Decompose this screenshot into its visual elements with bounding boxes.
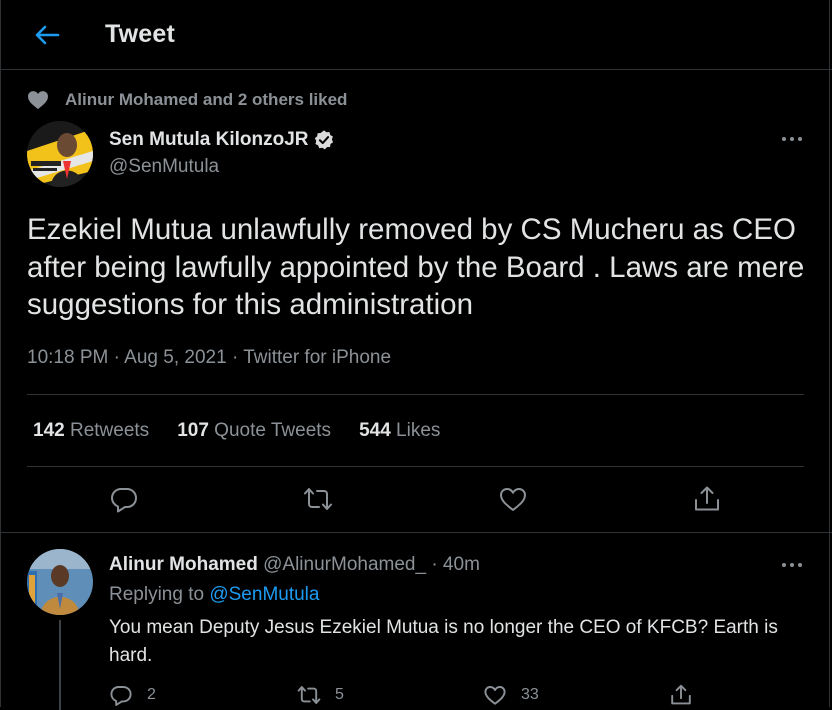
arrow-left-icon [35, 25, 60, 45]
share-icon [695, 486, 719, 511]
retweets-label: Retweets [69, 420, 150, 441]
replying-prefix: Replying to [109, 584, 205, 605]
page-header: Tweet [1, 0, 832, 70]
social-context[interactable]: Alinur Mohamed and 2 others liked [27, 89, 347, 111]
like-button[interactable] [498, 484, 528, 514]
divider [27, 394, 804, 395]
author-avatar[interactable] [27, 121, 93, 187]
divider [27, 466, 804, 467]
quote-tweets-stat[interactable]: 107 Quote Tweets [177, 420, 331, 442]
share-icon [671, 684, 691, 705]
reply-separator [1, 532, 832, 533]
tweet-date[interactable]: Aug 5, 2021 [124, 347, 226, 368]
share-button[interactable] [692, 484, 722, 514]
reply-author-handle[interactable]: @AlinurMohamed_ [263, 554, 426, 575]
tweet-time[interactable]: 10:18 PM [27, 347, 108, 368]
retweets-stat[interactable]: 142 Retweets [33, 420, 149, 442]
replying-to: Replying to @SenMutula [109, 584, 319, 606]
reply-more-button[interactable] [779, 558, 805, 572]
reply-button[interactable] [109, 484, 139, 514]
reply-retweets-count: 5 [335, 686, 344, 703]
reply-header: Alinur Mohamed @AlinurMohamed_ · 40m [109, 554, 480, 576]
reply-icon [111, 488, 137, 513]
quotes-count: 107 [177, 420, 209, 441]
likes-stat[interactable]: 544 Likes [359, 420, 440, 442]
reply-likes-count: 33 [521, 686, 539, 703]
retweets-count: 142 [33, 420, 65, 441]
quotes-label: Quote Tweets [214, 420, 332, 441]
page-title: Tweet [105, 20, 175, 48]
reply-author-name[interactable]: Alinur Mohamed [109, 554, 258, 575]
back-button[interactable] [29, 20, 63, 50]
more-icon [782, 137, 802, 141]
reply-share-button[interactable] [669, 682, 707, 708]
social-context-text: Alinur Mohamed and 2 others liked [65, 90, 348, 109]
meta-separator: · [113, 347, 120, 368]
replying-mention[interactable]: @SenMutula [209, 584, 319, 605]
reply-replies-count: 2 [147, 686, 156, 703]
tweet-stats: 142 Retweets 107 Quote Tweets 544 Likes [33, 420, 468, 442]
reply-author-avatar[interactable] [27, 549, 93, 615]
reply-text: You mean Deputy Jesus Ezekiel Mutua is n… [109, 617, 778, 666]
reply-retweet-button[interactable]: 5 [297, 682, 344, 708]
author-name-text: Sen Mutula KilonzoJR [109, 129, 309, 150]
author-name[interactable]: Sen Mutula KilonzoJR [109, 129, 335, 151]
more-icon [782, 563, 802, 567]
retweet-button[interactable] [303, 484, 333, 514]
likes-label: Likes [396, 420, 441, 441]
main-column: Tweet Alinur Mohamed and 2 others liked … [0, 0, 832, 710]
verified-badge-icon [314, 130, 333, 150]
reply-like-button[interactable]: 33 [483, 682, 539, 708]
heart-outline-icon [484, 686, 506, 705]
tweet-meta: 10:18 PM · Aug 5, 2021 · Twitter for iPh… [27, 347, 391, 369]
meta-separator: · [231, 347, 239, 368]
tweet-source[interactable]: Twitter for iPhone [243, 347, 391, 368]
author-handle[interactable]: @SenMutula [109, 156, 219, 178]
heart-icon [28, 91, 48, 110]
reply-icon [110, 686, 132, 706]
more-button[interactable] [779, 132, 805, 146]
likes-count: 544 [359, 420, 391, 441]
retweet-icon [304, 488, 332, 510]
reply-time[interactable]: · 40m [431, 554, 480, 575]
reply-reply-button[interactable]: 2 [109, 682, 156, 708]
tweet-text: Ezekiel Mutua unlawfully removed by CS M… [27, 213, 805, 321]
retweet-icon [297, 686, 321, 704]
thread-line [59, 620, 61, 710]
heart-outline-icon [500, 488, 526, 511]
